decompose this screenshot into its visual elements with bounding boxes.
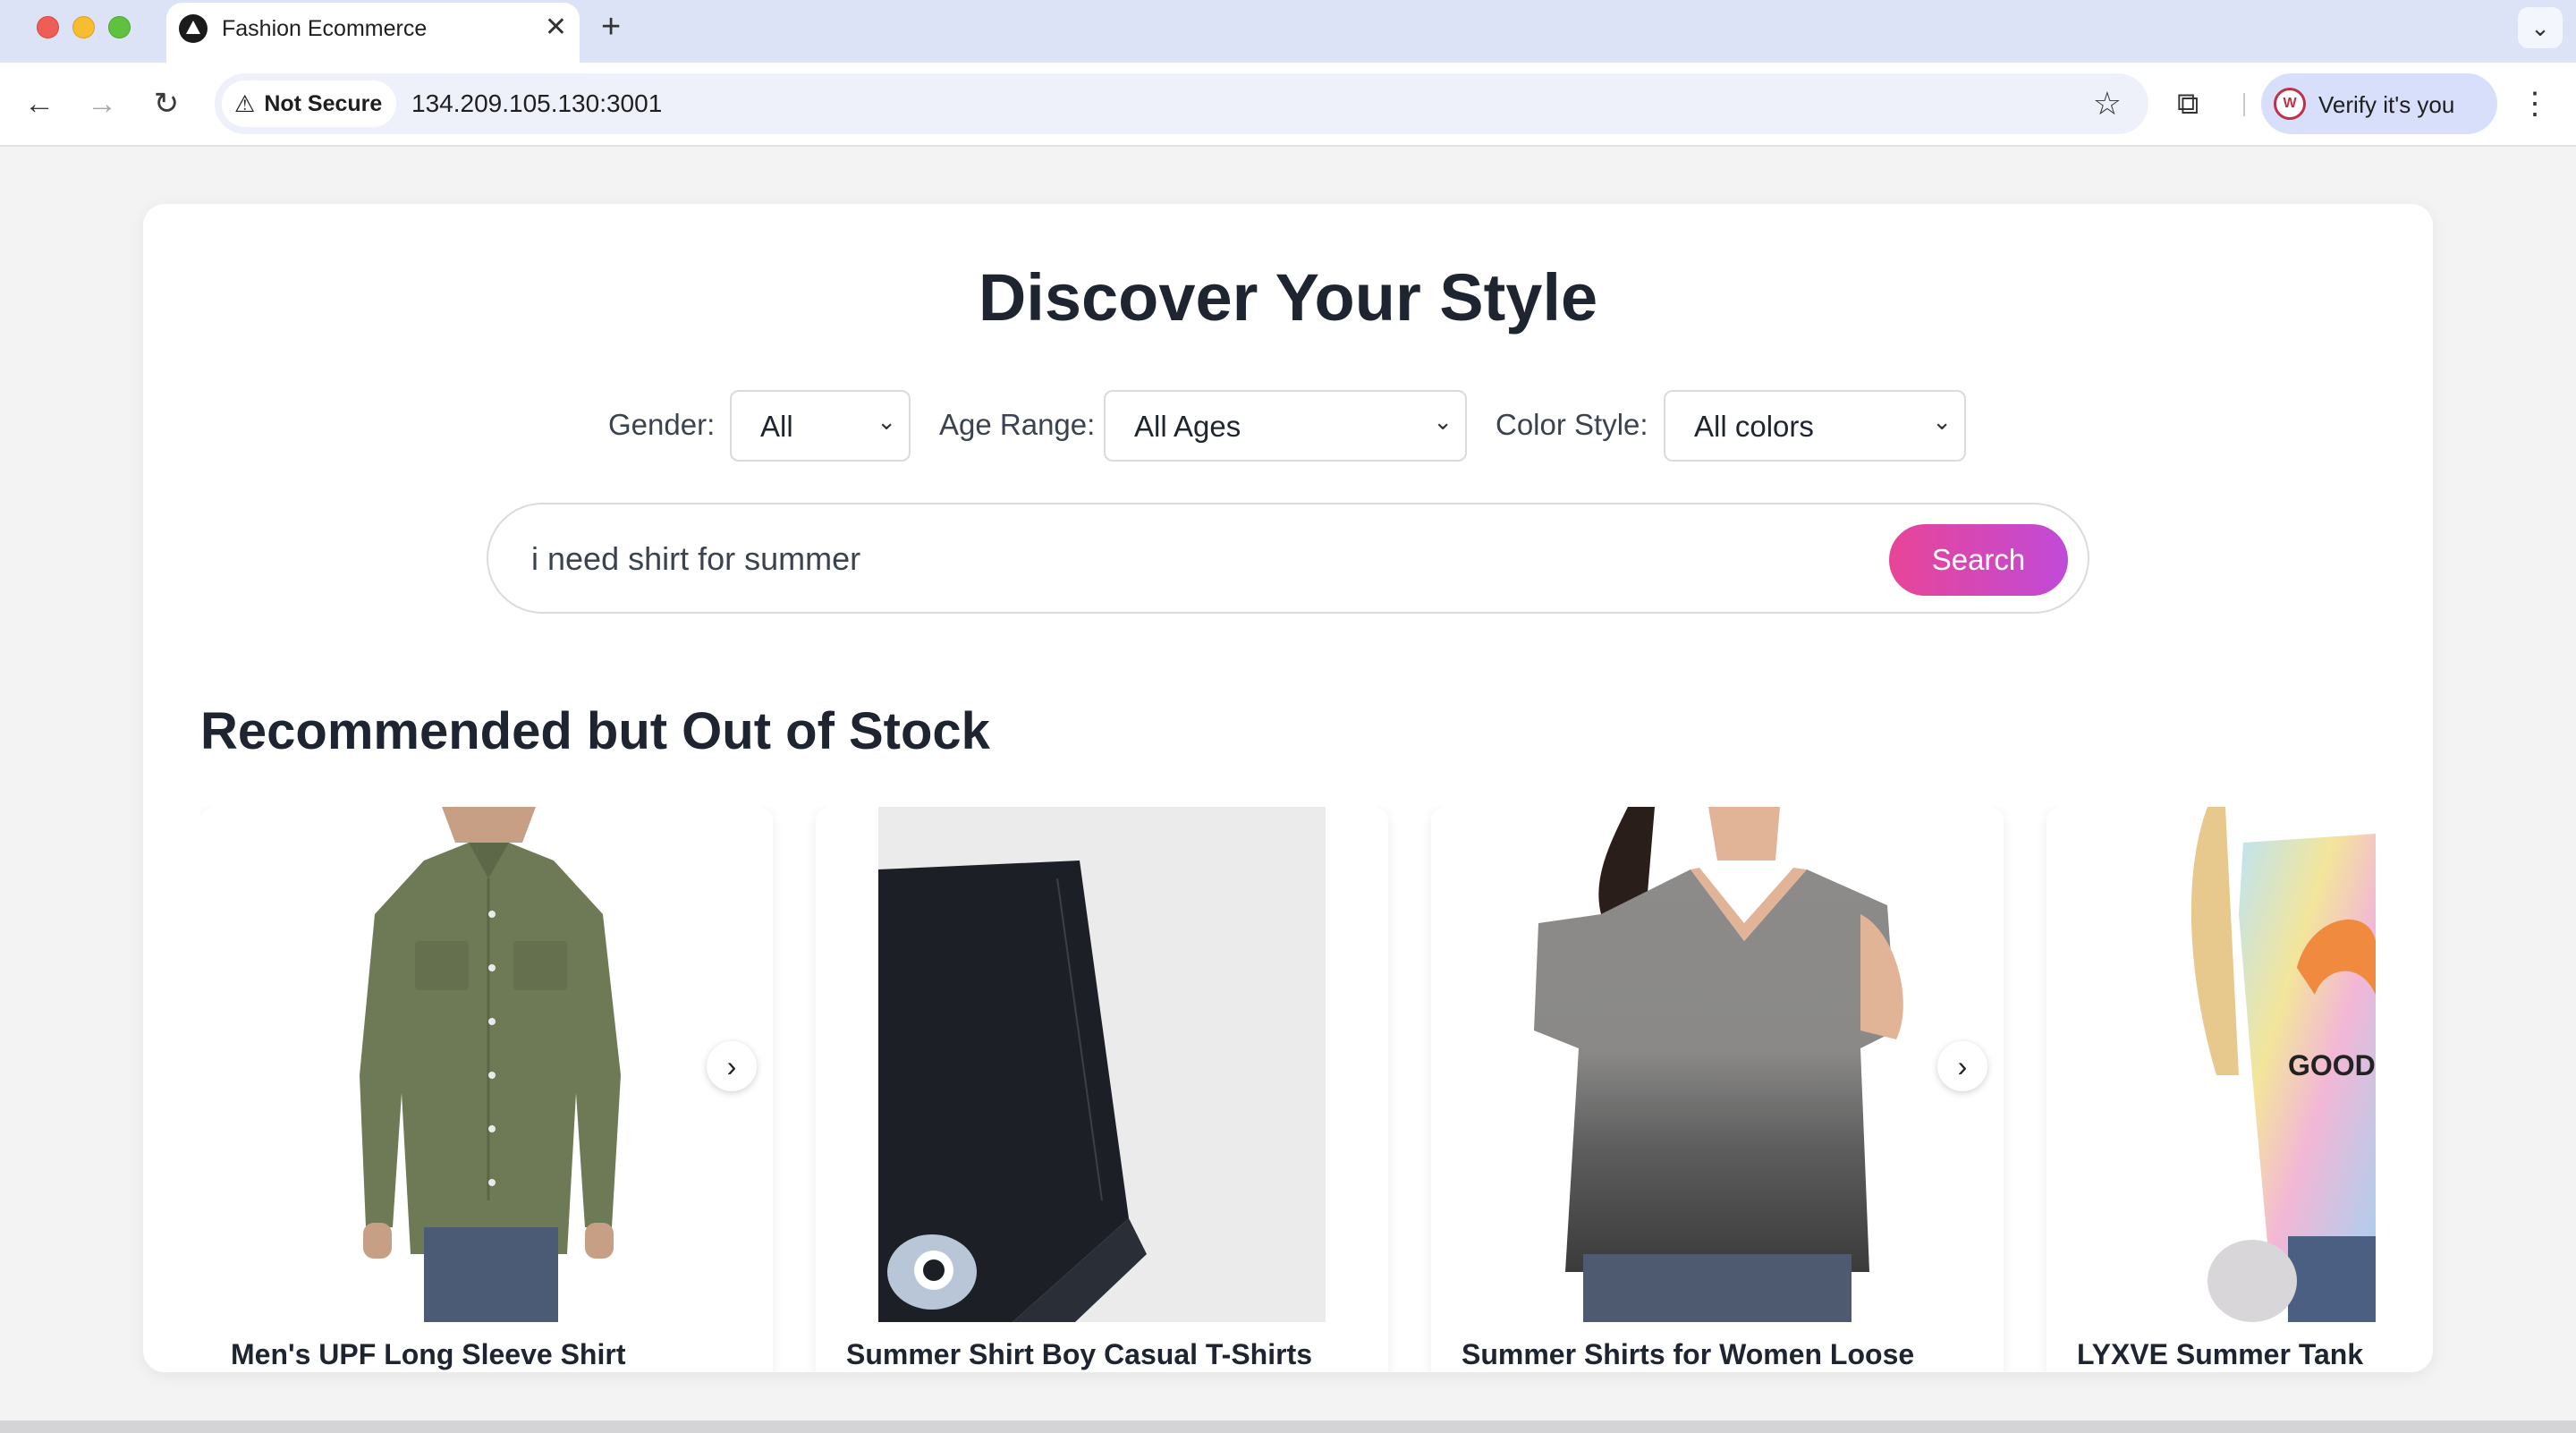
- window-bottom-edge: [0, 1420, 2576, 1433]
- carousel-next-button[interactable]: ›: [1937, 1041, 1987, 1091]
- product-image[interactable]: [878, 807, 1326, 1322]
- product-card[interactable]: Summer Shirt Boy Casual T-Shirts: [816, 807, 1388, 1372]
- product-image[interactable]: [1431, 807, 2004, 1322]
- chevron-right-icon: ›: [1957, 1050, 1968, 1082]
- product-card[interactable]: › Men's UPF Long Sleeve Shirt: [200, 807, 773, 1372]
- color-style-label: Color Style:: [1496, 408, 1648, 441]
- chevron-down-icon: ⌄: [1433, 408, 1453, 435]
- window-zoom-button[interactable]: [108, 16, 131, 38]
- gender-select-value: All: [760, 410, 793, 443]
- product-carousel: › Men's UPF Long Sleeve Shirt Summer Shi…: [200, 807, 2376, 1372]
- security-label: Not Secure: [264, 90, 383, 116]
- product-image[interactable]: GOOD: [2154, 807, 2376, 1322]
- product-name[interactable]: LYXVE Summer Tank: [2077, 1338, 2363, 1371]
- window-close-button[interactable]: [37, 16, 59, 38]
- bookmark-star-icon[interactable]: ☆: [2093, 84, 2122, 123]
- browser-menu-icon[interactable]: ⋮: [2519, 82, 2551, 125]
- filter-bar: Gender: All ⌄ Age Range: All Ages ⌄ Colo…: [143, 390, 2433, 462]
- tab-search-button[interactable]: ⌄: [2518, 7, 2563, 48]
- profile-verify-button[interactable]: W Verify it's you: [2261, 73, 2497, 134]
- product-card[interactable]: GOOD LYXVE Summer Tank: [2046, 807, 2376, 1372]
- profile-verify-label: Verify it's you: [2318, 91, 2455, 118]
- age-range-select-value: All Ages: [1134, 410, 1241, 443]
- age-range-select[interactable]: All Ages ⌄: [1104, 390, 1467, 462]
- gender-label: Gender:: [608, 408, 716, 441]
- toolbar-divider: [2243, 93, 2245, 116]
- browser-tab-active[interactable]: Fashion Ecommerce ✕: [166, 3, 580, 63]
- chevron-right-icon: ›: [726, 1050, 737, 1082]
- product-name[interactable]: Men's UPF Long Sleeve Shirt: [231, 1338, 625, 1371]
- main-card: Discover Your Style Gender: All ⌄ Age Ra…: [143, 204, 2433, 1372]
- browser-tab-strip: Fashion Ecommerce ✕ + ⌄: [0, 0, 2576, 63]
- color-style-select-value: All colors: [1694, 410, 1814, 443]
- chevron-down-icon: ⌄: [1932, 408, 1952, 435]
- gender-select[interactable]: All ⌄: [730, 390, 911, 462]
- address-bar[interactable]: ⚠ Not Secure 134.209.105.130:3001 ☆: [215, 73, 2148, 134]
- browser-toolbar: ← → ↻ ⚠ Not Secure 134.209.105.130:3001 …: [0, 63, 2576, 147]
- window-minimize-button[interactable]: [72, 16, 95, 38]
- new-tab-button[interactable]: +: [601, 7, 621, 47]
- back-arrow-icon[interactable]: ←: [18, 82, 61, 125]
- section-title: Recommended but Out of Stock: [200, 702, 990, 760]
- search-button[interactable]: Search: [1889, 524, 2068, 596]
- age-range-label: Age Range:: [939, 408, 1096, 441]
- carousel-next-button[interactable]: ›: [707, 1041, 757, 1091]
- profile-avatar: W: [2274, 88, 2306, 120]
- forward-arrow-icon[interactable]: →: [80, 82, 123, 125]
- product-name[interactable]: Summer Shirt Boy Casual T-Shirts: [846, 1338, 1312, 1371]
- reload-icon[interactable]: ↻: [145, 82, 188, 125]
- product-name[interactable]: Summer Shirts for Women Loose: [1462, 1338, 1914, 1371]
- color-style-select[interactable]: All colors ⌄: [1664, 390, 1966, 462]
- tab-close-icon[interactable]: ✕: [545, 12, 567, 44]
- url-text[interactable]: 134.209.105.130:3001: [411, 89, 662, 118]
- product-card[interactable]: › Summer Shirts for Women Loose: [1431, 807, 2004, 1372]
- product-image[interactable]: [200, 807, 773, 1322]
- page-title: Discover Your Style: [978, 260, 1598, 335]
- search-input[interactable]: i need shirt for summer: [531, 540, 860, 578]
- site-favicon-icon: [179, 14, 208, 43]
- search-box: i need shirt for summer Search: [487, 503, 2089, 614]
- chevron-down-icon: ⌄: [877, 408, 896, 435]
- tab-title: Fashion Ecommerce: [222, 16, 428, 41]
- warning-triangle-icon: ⚠: [234, 89, 256, 117]
- chevron-down-icon: ⌄: [2530, 14, 2550, 41]
- extensions-puzzle-icon[interactable]: ⧉: [2177, 82, 2199, 125]
- site-security-chip[interactable]: ⚠ Not Secure: [222, 81, 397, 127]
- svg-text:GOOD: GOOD: [2288, 1049, 2376, 1081]
